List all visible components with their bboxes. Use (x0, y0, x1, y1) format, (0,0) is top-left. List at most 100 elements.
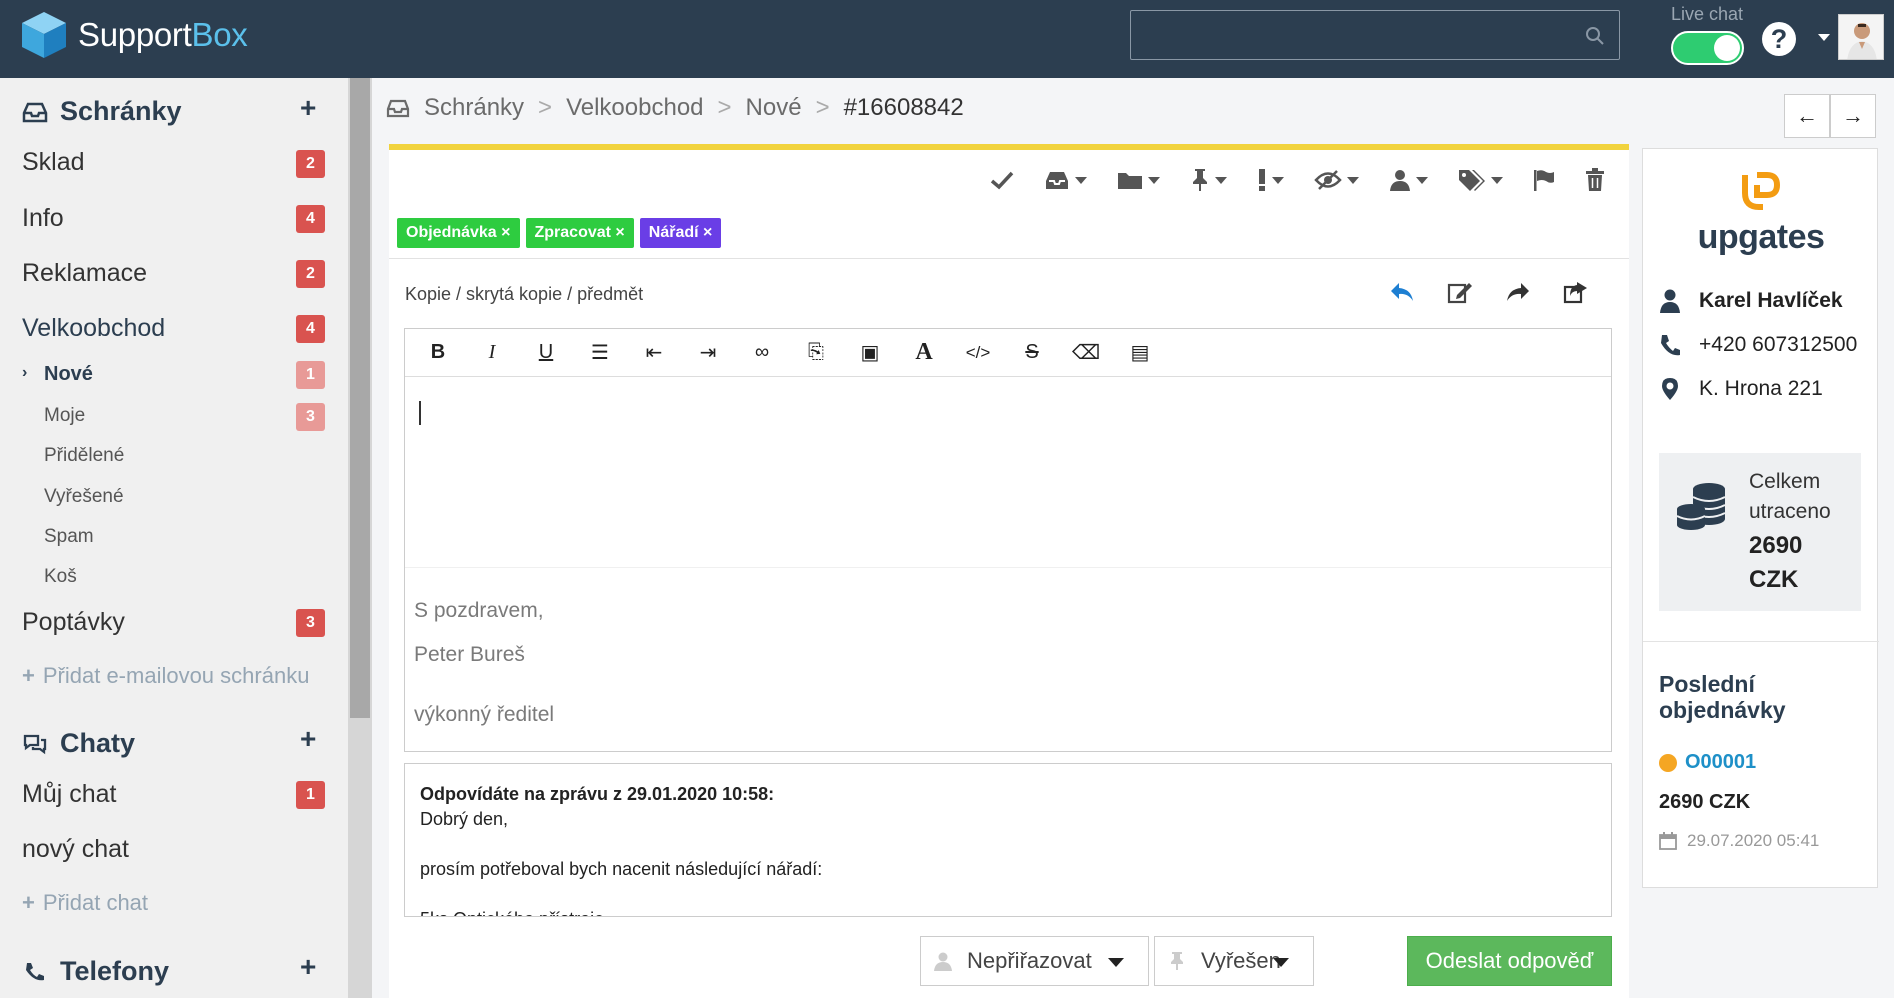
chevron-right-icon: › (22, 364, 28, 381)
sidebar-subitem-spam[interactable]: Spam (44, 526, 94, 548)
indent-icon[interactable]: ⇥ (693, 340, 723, 365)
folder-icon[interactable] (1117, 170, 1160, 190)
upgates-logo-icon (1742, 172, 1781, 210)
live-chat-toggle[interactable] (1671, 31, 1744, 65)
sidebar-subitem-pridelene[interactable]: Přidělené (44, 445, 124, 467)
sidebar-subitem-moje[interactable]: Moje (44, 405, 85, 427)
customer-address[interactable]: K. Hrona 221 (1659, 377, 1823, 401)
customer-name[interactable]: Karel Havlíček (1659, 289, 1843, 313)
order-price: 2690 CZK (1659, 791, 1751, 813)
add-chat-plus-icon[interactable]: + (300, 723, 316, 755)
order-link[interactable]: O00001 (1659, 751, 1756, 774)
quote-line: prosím potřeboval bych nacenit následují… (420, 859, 823, 879)
next-ticket-button[interactable]: → (1830, 94, 1876, 138)
add-inbox-plus-icon[interactable]: + (300, 92, 316, 124)
add-phone-plus-icon[interactable]: + (300, 951, 316, 983)
cc-bcc-subject-link[interactable]: Kopie / skrytá kopie / předmět (405, 284, 643, 305)
flag-icon[interactable] (1533, 169, 1555, 191)
breadcrumb-velkoobchod[interactable]: Velkoobchod (566, 94, 703, 122)
order-date-text: 29.07.2020 05:41 (1687, 831, 1820, 850)
resolve-check-icon[interactable] (990, 170, 1014, 190)
image-icon[interactable]: ▣ (855, 340, 885, 365)
italic-icon[interactable]: I (477, 341, 507, 364)
sidebar-scrollbar[interactable] (348, 78, 372, 998)
add-email-inbox-link[interactable]: + Přidat e-mailovou schránku (22, 663, 309, 689)
sidebar-section-inboxes[interactable]: Schránky (22, 96, 182, 127)
previous-ticket-button[interactable]: ← (1784, 94, 1830, 138)
link-icon[interactable]: ∞ (747, 341, 777, 364)
cube-logo-icon (22, 12, 66, 58)
send-reply-button[interactable]: Odeslat odpověď (1407, 936, 1612, 986)
sidebar-subitem-kos[interactable]: Koš (44, 566, 77, 588)
tag-objednavka[interactable]: Objednávka × (397, 218, 520, 248)
code-icon[interactable]: </> (963, 343, 993, 363)
scrollbar-thumb[interactable] (350, 78, 370, 718)
chevron-down-icon (1273, 958, 1289, 967)
add-chat-link[interactable]: + Přidat chat (22, 890, 148, 916)
signature-line: výkonný ředitel (414, 703, 555, 726)
quote-line (420, 882, 1596, 907)
tag-zpracovat[interactable]: Zpracovat × (525, 218, 634, 248)
hide-eye-icon[interactable] (1314, 170, 1359, 190)
font-icon[interactable]: A (909, 339, 939, 366)
chevron-down-icon[interactable] (1818, 34, 1830, 41)
signature-line: S pozdravem, (414, 599, 544, 622)
toggle-knob (1714, 35, 1740, 61)
sidebar-item-velkoobchod[interactable]: Velkoobchod (22, 314, 165, 343)
outdent-icon[interactable]: ⇤ (639, 340, 669, 365)
tags-icon[interactable] (1458, 169, 1503, 191)
sidebar-subitem-nove[interactable]: Nové (44, 363, 93, 386)
sidebar-section-phones[interactable]: Telefony (22, 956, 169, 987)
tag-naradi[interactable]: Nářadí × (639, 218, 722, 248)
section-title: Chaty (60, 728, 136, 758)
forward-icon[interactable] (1505, 280, 1531, 304)
sidebar-item-reklamace[interactable]: Reklamace (22, 259, 147, 288)
breadcrumb-nove[interactable]: Nové (746, 94, 802, 122)
customer-address-text: K. Hrona 221 (1699, 377, 1823, 400)
share-external-icon[interactable] (1563, 280, 1589, 304)
eraser-icon[interactable]: ⌫ (1071, 340, 1101, 365)
sidebar-subitem-vyresene[interactable]: Vyřešené (44, 486, 124, 508)
sidebar-item-novy-chat[interactable]: nový chat (22, 835, 129, 864)
priority-icon[interactable] (1257, 168, 1284, 192)
chevron-down-icon (1108, 958, 1124, 967)
avatar[interactable] (1838, 14, 1884, 60)
strikethrough-icon[interactable]: S (1017, 341, 1047, 364)
sidebar-item-poptavky[interactable]: Poptávky (22, 608, 125, 637)
breadcrumb-inboxes[interactable]: Schránky (424, 94, 524, 122)
underline-icon[interactable]: U (531, 341, 561, 364)
assign-user-icon[interactable] (1389, 169, 1428, 191)
app-logo[interactable]: SupportBox (20, 10, 248, 60)
template-icon[interactable]: ▤ (1125, 340, 1155, 365)
sidebar-item-info[interactable]: Info (22, 204, 64, 233)
breadcrumb-separator: > (815, 94, 830, 121)
plus-icon: + (22, 890, 35, 915)
bullet-list-icon[interactable]: ☰ (585, 340, 615, 365)
sidebar-item-muj-chat[interactable]: Můj chat (22, 780, 116, 809)
count-badge: 3 (296, 403, 325, 431)
bold-icon[interactable]: B (423, 341, 453, 364)
brand-logo: upgates (1643, 171, 1879, 257)
search-input[interactable] (1130, 10, 1620, 60)
sidebar-section-chats[interactable]: Chaty (22, 728, 135, 759)
breadcrumb: Schránky > Velkoobchod > Nové > #1660884… (386, 94, 964, 122)
customer-name-text: Karel Havlíček (1699, 289, 1843, 312)
help-icon[interactable]: ? (1762, 22, 1796, 56)
pin-icon[interactable] (1190, 168, 1227, 192)
status-select[interactable]: Vyřešen (1154, 936, 1314, 986)
count-badge: 2 (296, 150, 325, 178)
reply-icon[interactable] (1389, 280, 1415, 304)
sidebar-item-sklad[interactable]: Sklad (22, 148, 85, 177)
move-inbox-icon[interactable] (1044, 170, 1087, 190)
attachment-icon[interactable]: ⎘ (801, 341, 831, 364)
count-badge: 1 (296, 361, 325, 389)
assign-select[interactable]: Nepřiřazovat (920, 936, 1149, 986)
divider (389, 258, 1629, 259)
note-edit-icon[interactable] (1447, 280, 1473, 304)
signature-line: Peter Bureš (414, 643, 525, 666)
add-chat-label: Přidat chat (42, 890, 149, 915)
trash-icon[interactable] (1585, 168, 1605, 192)
reply-editor[interactable]: B I U ☰ ⇤ ⇥ ∞ ⎘ ▣ A </> S ⌫ ▤ S pozdrave… (404, 328, 1612, 752)
phone-icon (1661, 335, 1680, 356)
customer-phone[interactable]: +420 607312500 (1659, 333, 1857, 357)
